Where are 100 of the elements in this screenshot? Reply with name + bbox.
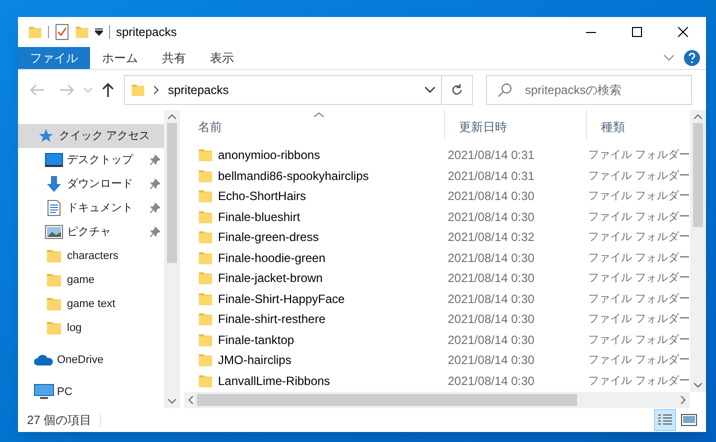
folder-row[interactable]: Finale-blueshirt 2021/08/14 0:30 ファイル フォルダー — [184, 206, 690, 227]
pin-icon[interactable] — [150, 179, 160, 189]
folder-icon — [46, 295, 62, 313]
ribbon-tab[interactable]: ファイル — [18, 47, 90, 69]
scroll-thumb[interactable] — [167, 123, 177, 263]
type-cell-text: ファイル フォルダー — [586, 250, 690, 266]
ribbon-tab[interactable]: ホーム — [90, 47, 150, 69]
scroll-left-icon[interactable] — [188, 396, 193, 404]
pin-icon[interactable] — [150, 203, 160, 213]
chevron-down-icon[interactable] — [425, 87, 435, 93]
sidebar-item[interactable]: log — [18, 316, 164, 340]
sidebar-item[interactable]: ドキュメント — [18, 196, 164, 220]
star-icon — [38, 128, 54, 144]
pin-icon[interactable] — [150, 155, 160, 165]
search-field[interactable]: spritepacksの検索 — [486, 75, 692, 105]
folder-icon — [46, 319, 62, 337]
help-icon[interactable] — [684, 50, 700, 66]
column-header[interactable]: 名前 — [184, 110, 444, 140]
folder-name: bellmandi86-spookyhairclips — [218, 168, 369, 185]
scroll-down-icon[interactable] — [694, 383, 702, 388]
picture-icon — [45, 225, 63, 239]
sidebar-item[interactable]: game — [18, 268, 164, 292]
scroll-up-icon[interactable] — [694, 114, 702, 119]
folder-name: Finale-blueshirt — [218, 208, 300, 226]
folder-row[interactable]: Finale-hoodie-green 2021/08/14 0:30 ファイル フォルダー — [184, 248, 690, 268]
folder-name: Finale-shirt-resthere — [218, 311, 326, 328]
horizontal-scrollbar[interactable] — [184, 392, 690, 408]
type-cell-text: ファイル フォルダー — [586, 292, 690, 306]
folder-row[interactable]: Finale-jacket-brown 2021/08/14 0:30 ファイル フォルダー — [184, 268, 690, 288]
type-cell-text: ファイル フォルダー — [586, 353, 690, 368]
folder-name: Finale-hoodie-green — [218, 250, 326, 267]
refresh-button[interactable] — [442, 75, 473, 105]
type-cell-text: ファイル フォルダー — [586, 210, 690, 224]
date-cell-text: 2021/08/14 0:30 — [446, 208, 536, 226]
item-count: 27 個の項目 — [27, 412, 92, 429]
folder-name: Echo-ShortHairs — [218, 188, 306, 206]
close-icon — [678, 27, 688, 37]
folder-row[interactable]: Finale-Shirt-HappyFace 2021/08/14 0:30 ファイル フォルダー — [184, 288, 690, 309]
folder-row[interactable]: JMO-hairclips 2021/08/14 0:30 ファイル フォルダー — [184, 350, 690, 370]
folder-name: anonymioo-ribbons — [218, 147, 320, 164]
scroll-right-icon[interactable] — [681, 396, 686, 404]
sidebar-item[interactable]: クイック アクセス — [18, 124, 164, 148]
folder-row[interactable]: Finale-green-dress 2021/08/14 0:32 ファイル フォルダー — [184, 227, 690, 248]
chevron-right-icon — [154, 86, 159, 94]
details-list-icon — [658, 414, 672, 426]
ribbon-tab[interactable]: 表示 — [198, 47, 246, 69]
sidebar-item[interactable]: characters — [18, 244, 164, 268]
thumbnail-icon — [681, 414, 697, 426]
type-cell-text: ファイル フォルダー — [586, 332, 690, 348]
search-icon — [498, 83, 512, 97]
scrollbar[interactable] — [690, 110, 706, 392]
sidebar-item[interactable]: ダウンロード — [18, 172, 164, 196]
folder-name: Finale-green-dress — [218, 229, 319, 246]
scroll-down-icon[interactable] — [168, 399, 176, 404]
type-cell-text: ファイル フォルダー — [586, 312, 690, 327]
document-icon — [47, 200, 61, 216]
up-arrow-icon[interactable] — [102, 83, 114, 97]
type-cell-text: ファイル フォルダー — [586, 189, 690, 204]
address-bar[interactable]: spritepacks — [124, 75, 442, 105]
sidebar-item[interactable]: ピクチャ — [18, 220, 164, 244]
scroll-up-icon[interactable] — [168, 114, 176, 119]
refresh-icon — [451, 84, 463, 96]
sidebar-item[interactable]: OneDrive — [18, 348, 164, 372]
type-cell-text: ファイル フォルダー — [586, 374, 690, 388]
folder-name: Finale-tanktop — [218, 332, 294, 349]
pin-icon[interactable] — [150, 227, 160, 237]
address-path: spritepacks — [168, 82, 229, 99]
cloud-icon — [34, 354, 54, 366]
date-cell-text: 2021/08/14 0:31 — [446, 168, 536, 185]
folder-row[interactable]: Echo-ShortHairs 2021/08/14 0:30 ファイル フォルダー — [184, 186, 690, 206]
folder-icon — [46, 247, 62, 265]
date-cell-text: 2021/08/14 0:31 — [446, 147, 536, 164]
column-header[interactable]: 更新日時 — [444, 110, 586, 140]
sidebar-item[interactable]: PC — [18, 380, 164, 404]
ribbon-tab[interactable]: 共有 — [150, 47, 198, 69]
date-cell-text: 2021/08/14 0:30 — [446, 352, 536, 370]
scroll-thumb[interactable] — [693, 123, 703, 227]
date-cell-text: 2021/08/14 0:30 — [446, 270, 536, 288]
date-cell-text: 2021/08/14 0:30 — [446, 372, 536, 390]
details-view-button[interactable] — [654, 409, 676, 431]
dropdown-icon[interactable] — [95, 28, 103, 36]
folder-row[interactable]: Finale-shirt-resthere 2021/08/14 0:30 ファイル フォルダー — [184, 309, 690, 330]
checklist-icon[interactable] — [55, 24, 69, 40]
type-cell-text: ファイル フォルダー — [586, 168, 690, 184]
type-cell-text: ファイル フォルダー — [586, 230, 690, 245]
folder-row[interactable]: bellmandi86-spookyhairclips 2021/08/14 0:31 ファイル フォルダー — [184, 166, 690, 186]
folder-name: JMO-hairclips — [218, 352, 292, 370]
computer-icon — [34, 384, 54, 400]
sidebar-item[interactable]: デスクトップ — [18, 148, 164, 172]
folder-name: Finale-jacket-brown — [218, 270, 323, 288]
folder-row[interactable]: anonymioo-ribbons 2021/08/14 0:31 ファイル フォルダー — [184, 145, 690, 166]
sidebar-item[interactable]: game text — [18, 292, 164, 316]
type-cell-text: ファイル フォルダー — [586, 148, 690, 163]
scroll-thumb[interactable] — [197, 394, 577, 406]
folder-row[interactable]: LanvallLime-Ribbons 2021/08/14 0:30 ファイル フォルダー — [184, 370, 690, 391]
date-cell-text: 2021/08/14 0:30 — [446, 332, 536, 349]
scrollbar[interactable] — [164, 110, 180, 408]
date-cell-text: 2021/08/14 0:30 — [446, 250, 536, 267]
folder-row[interactable]: Finale-tanktop 2021/08/14 0:30 ファイル フォルダー — [184, 330, 690, 350]
maximize-icon — [632, 27, 642, 37]
